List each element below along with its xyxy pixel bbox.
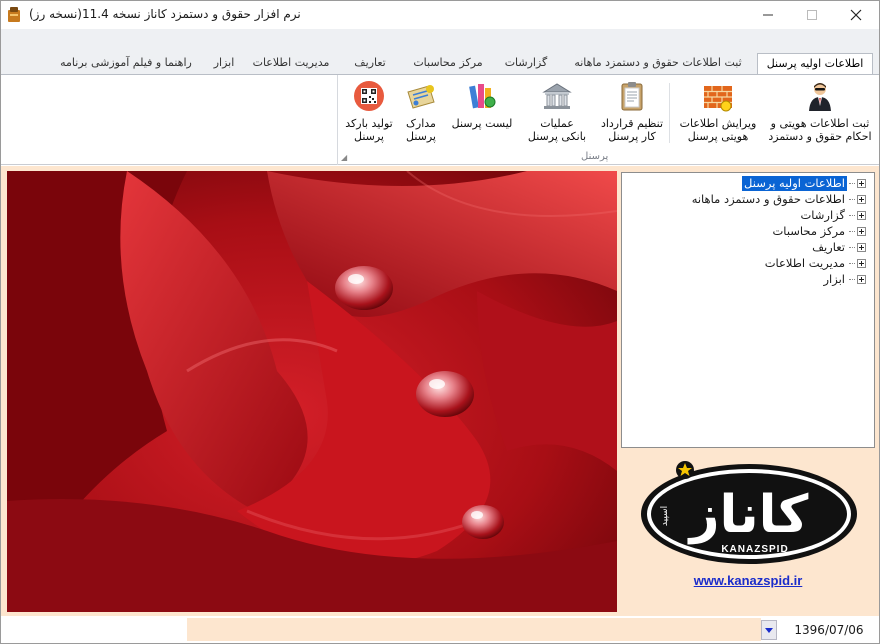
ribbon-tab-strip: اطلاعات اولیه پرسنل ثبت اطلاعات حقوق و د…	[1, 29, 879, 75]
generate-barcode-label: تولید بارکد پرسنل	[345, 117, 393, 143]
bank-operations-button[interactable]: عملیات بانکی پرسنل	[521, 79, 593, 147]
contract-button[interactable]: تنظیم قرارداد کار پرسنل	[595, 79, 669, 147]
tab-help-videos[interactable]: راهنما و فیلم آموزشی برنامه	[49, 53, 203, 75]
tab-reports[interactable]: گزارشات	[493, 53, 559, 75]
books-icon	[469, 84, 496, 109]
clipboard-icon	[621, 82, 643, 111]
logo-small-word: اسپید	[660, 506, 670, 526]
expand-icon[interactable]	[857, 210, 866, 220]
app-icon[interactable]	[7, 7, 21, 23]
tab-personnel-basic-info[interactable]: اطلاعات اولیه پرسنل	[757, 53, 873, 75]
kanaz-logo: کاناز اسپید KANAZSPID	[641, 461, 857, 564]
register-identity-label: ثبت اطلاعات هویتی و احکام حقوق و دستمزد	[768, 117, 872, 143]
bank-icon	[542, 83, 572, 109]
generate-barcode-button[interactable]: تولید بارکد پرسنل	[341, 79, 397, 147]
tree-item-label: مرکز محاسبات	[772, 223, 845, 238]
main-area: اطلاعات اولیه پرسنل اطلاعات حقوق و دستمز…	[1, 166, 879, 616]
tab-monthly-payroll[interactable]: ثبت اطلاعات حقوق و دستمزد ماهانه	[561, 53, 755, 75]
logo-latin: KANAZSPID	[721, 544, 788, 555]
close-button[interactable]	[833, 1, 879, 29]
tab-definitions[interactable]: تعاریف	[339, 53, 401, 75]
window-title: نرم افزار حقوق و دستمزد کاناز نسخه 11.4(…	[29, 7, 301, 21]
navigation-tree[interactable]: اطلاعات اولیه پرسنل اطلاعات حقوق و دستمز…	[621, 172, 875, 448]
logo-wordmark: کاناز	[687, 485, 810, 545]
bank-operations-label: عملیات بانکی پرسنل	[527, 117, 587, 143]
certificate-icon	[407, 85, 435, 109]
title-bar[interactable]: نرم افزار حقوق و دستمزد کاناز نسخه 11.4(…	[1, 1, 879, 29]
close-icon	[850, 9, 862, 21]
tree-item-label: مدیریت اطلاعات	[764, 255, 845, 270]
tree-item[interactable]: تعاریف	[810, 239, 866, 255]
status-bar: 1396/07/06	[1, 616, 879, 643]
status-middle-panel	[187, 618, 761, 641]
qr-code-icon	[354, 81, 384, 111]
ribbon-separator	[669, 83, 670, 143]
ribbon-panel: ثبت اطلاعات هویتی و احکام حقوق و دستمزد	[1, 74, 879, 165]
expand-icon[interactable]	[857, 194, 866, 204]
ribbon-group-label: پرسنل	[581, 151, 609, 162]
minimize-button[interactable]	[745, 1, 791, 29]
expand-icon[interactable]	[857, 242, 866, 252]
maximize-button[interactable]	[789, 1, 835, 29]
dialog-launcher-icon[interactable]: ◢	[341, 153, 347, 162]
brick-wall-icon	[704, 86, 732, 112]
minimize-icon	[763, 14, 773, 16]
expand-icon[interactable]	[857, 258, 866, 268]
tab-calculation-center[interactable]: مرکز محاسبات	[405, 53, 491, 75]
tab-tools[interactable]: ابزار	[205, 53, 243, 75]
tree-item[interactable]: اطلاعات اولیه پرسنل	[741, 174, 866, 192]
personnel-documents-label: مدارک پرسنل	[406, 117, 436, 143]
tree-item[interactable]: اطلاعات حقوق و دستمزد ماهانه	[690, 191, 866, 207]
tree-item-label: تعاریف	[812, 239, 845, 254]
person-icon	[809, 83, 831, 111]
personnel-list-button[interactable]: لیست پرسنل	[445, 79, 519, 147]
tab-data-management[interactable]: مدیریت اطلاعات	[245, 53, 337, 75]
expand-icon[interactable]	[857, 178, 866, 188]
expand-icon[interactable]	[857, 226, 866, 236]
tree-item-label: اطلاعات اولیه پرسنل	[741, 174, 848, 192]
maximize-icon	[807, 10, 817, 20]
personnel-list-label: لیست پرسنل	[451, 117, 513, 130]
status-left-panel	[3, 618, 187, 641]
tree-item[interactable]: ابزار	[822, 271, 866, 287]
register-identity-button[interactable]: ثبت اطلاعات هویتی و احکام حقوق و دستمزد	[765, 79, 875, 147]
app-window: نرم افزار حقوق و دستمزد کاناز نسخه 11.4(…	[0, 0, 880, 644]
tree-item-label: اطلاعات حقوق و دستمزد ماهانه	[691, 191, 845, 206]
status-date: 1396/07/06	[794, 623, 864, 637]
rose-background-image	[7, 171, 617, 612]
status-dropdown-button[interactable]	[761, 620, 777, 640]
tree-item[interactable]: مدیریت اطلاعات	[763, 255, 866, 271]
website-link[interactable]: www.kanazspid.ir	[621, 573, 875, 588]
personnel-documents-button[interactable]: مدارک پرسنل	[399, 79, 443, 147]
dropdown-arrow-icon	[765, 627, 773, 633]
tree-item[interactable]: مرکز محاسبات	[770, 223, 866, 239]
tree-item-label: گزارشات	[800, 207, 845, 222]
expand-icon[interactable]	[857, 274, 866, 284]
edit-identity-button[interactable]: ویرایش اطلاعات هویتی پرسنل	[675, 79, 761, 147]
tree-item[interactable]: گزارشات	[798, 207, 866, 223]
edit-identity-label: ویرایش اطلاعات هویتی پرسنل	[679, 117, 757, 143]
tree-item-label: ابزار	[823, 271, 846, 286]
contract-label: تنظیم قرارداد کار پرسنل	[600, 117, 664, 143]
